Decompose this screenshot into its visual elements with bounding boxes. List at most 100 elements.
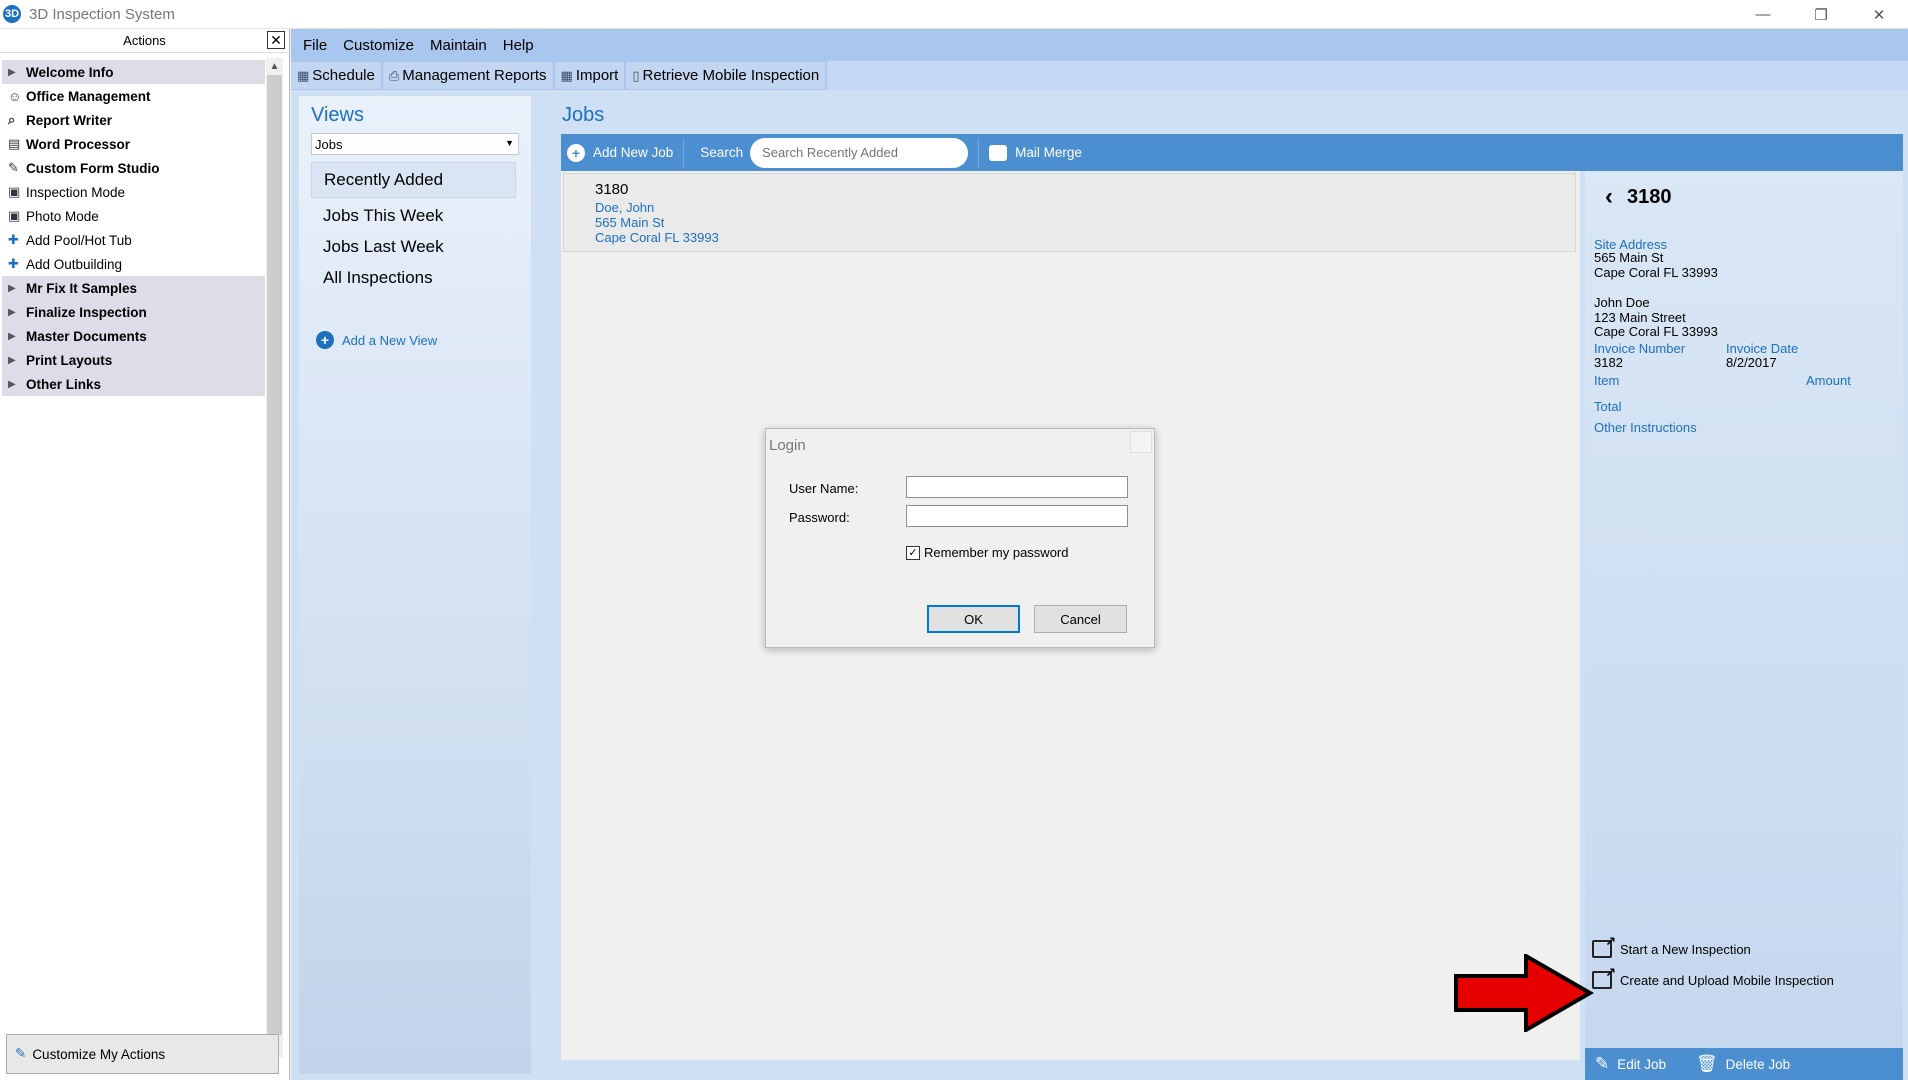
action-mr-fix-it-samples[interactable]: ▶ Mr Fix It Samples — [2, 276, 265, 300]
views-panel: Views Jobs ▼ Recently Added Jobs This We… — [299, 96, 531, 1074]
close-actions-button[interactable]: ✕ — [267, 31, 285, 49]
create-upload-mobile-link[interactable]: Create and Upload Mobile Inspection — [1592, 965, 1834, 989]
add-view-link[interactable]: + Add a New View — [316, 331, 437, 349]
mail-merge-button[interactable]: Mail Merge — [1015, 145, 1082, 160]
action-label: Mr Fix It Samples — [26, 280, 138, 296]
tool-label: Retrieve Mobile Inspection — [642, 67, 820, 84]
window-controls: — ❐ ✕ — [1734, 0, 1908, 29]
search-input[interactable] — [750, 137, 969, 168]
action-label: Finalize Inspection — [26, 304, 147, 320]
client-address-line1: 123 Main Street — [1594, 310, 1686, 325]
job-detail-pane: ‹ 3180 Site Address 565 Main St Cape Cor… — [1585, 171, 1903, 1080]
password-input[interactable] — [906, 505, 1128, 527]
action-finalize-inspection[interactable]: ▶ Finalize Inspection — [2, 300, 265, 324]
actions-header: Actions ✕ — [0, 29, 289, 53]
expand-arrow-icon: ▶ — [8, 306, 16, 318]
action-label: Other Links — [26, 376, 102, 392]
action-add-pool[interactable]: ✚ Add Pool/Hot Tub — [2, 228, 265, 252]
job-client-name[interactable]: Doe, John — [595, 200, 1575, 215]
action-label: Custom Form Studio — [26, 160, 160, 176]
monitor-icon: ▣ — [8, 208, 21, 223]
retrieve-mobile-button[interactable]: ▯ Retrieve Mobile Inspection — [626, 62, 826, 89]
views-dropdown[interactable]: Jobs ▼ — [311, 133, 519, 155]
toolbar: ▦ Schedule ⎙ Management Reports ▦ Import ▯ R… — [291, 61, 1908, 90]
launch-icon — [1592, 965, 1616, 989]
menu-file[interactable]: File — [303, 37, 327, 54]
expand-arrow-icon: ▶ — [8, 378, 16, 390]
ok-button[interactable]: OK — [927, 605, 1020, 633]
actions-title: Actions — [123, 33, 166, 48]
actions-scrollbar[interactable]: ▲ ▼ — [266, 58, 283, 1058]
action-report-writer[interactable]: ⌕ Report Writer — [2, 108, 265, 132]
trash-icon: 🗑 — [1696, 1054, 1718, 1073]
menu-help[interactable]: Help — [503, 37, 534, 54]
back-chevron-icon[interactable]: ‹ — [1605, 183, 1613, 211]
restore-button[interactable]: ❐ — [1792, 0, 1850, 29]
action-word-processor[interactable]: ▤ Word Processor — [2, 132, 265, 156]
jobs-panel: Jobs + Add New Job Search Mail Merge 318… — [550, 96, 1904, 1080]
action-other-links[interactable]: ▶ Other Links — [2, 372, 265, 396]
phone-icon: ▯ — [632, 67, 640, 83]
action-inspection-mode[interactable]: ▣ Inspection Mode — [2, 180, 265, 204]
person-icon: ☺ — [8, 88, 22, 104]
menu-maintain[interactable]: Maintain — [430, 37, 487, 54]
invoice-date: 8/2/2017 — [1726, 355, 1777, 370]
import-button[interactable]: ▦ Import — [554, 62, 625, 89]
management-reports-button[interactable]: ⎙ Management Reports — [382, 62, 553, 89]
edit-job-button[interactable]: ✎ Edit Job — [1595, 1054, 1666, 1074]
launch-icon — [1592, 934, 1616, 958]
login-dialog: Login User Name: Password: ✓ Remember my… — [765, 428, 1155, 648]
invoice-date-label[interactable]: Invoice Date — [1726, 341, 1798, 356]
scroll-thumb[interactable] — [267, 75, 282, 1035]
chart-pencil-icon: ✎ — [15, 1046, 27, 1061]
site-address-line1: 565 Main St — [1594, 250, 1664, 265]
remember-password-checkbox[interactable]: ✓ Remember my password — [906, 545, 1069, 560]
add-circle-icon: + — [567, 143, 585, 162]
expand-arrow-icon: ▶ — [8, 282, 16, 294]
action-office-management[interactable]: ☺ Office Management — [2, 84, 265, 108]
checkmark-icon[interactable]: ✓ — [906, 545, 920, 560]
other-instructions-label[interactable]: Other Instructions — [1594, 420, 1697, 435]
view-recently-added[interactable]: Recently Added — [311, 162, 516, 198]
total-label[interactable]: Total — [1594, 399, 1621, 414]
action-custom-form-studio[interactable]: ✎ Custom Form Studio — [2, 156, 265, 180]
scroll-up-icon[interactable]: ▲ — [266, 58, 283, 75]
view-all-inspections[interactable]: All Inspections — [311, 260, 516, 296]
menu-customize[interactable]: Customize — [343, 37, 414, 54]
customize-actions-button[interactable]: ✎ Customize My Actions — [6, 1034, 279, 1074]
printer-icon — [989, 144, 1008, 161]
edit-job-label: Edit Job — [1617, 1056, 1667, 1072]
username-input[interactable] — [906, 476, 1128, 498]
action-add-outbuilding[interactable]: ✚ Add Outbuilding — [2, 252, 265, 276]
start-new-inspection-link[interactable]: Start a New Inspection — [1592, 934, 1751, 958]
action-label: Master Documents — [26, 328, 147, 344]
dialog-close-button[interactable] — [1130, 431, 1152, 453]
actions-panel: Actions ✕ ▶ Welcome Info ☺ Office Manageme… — [0, 29, 290, 1080]
views-selected-value: Jobs — [315, 136, 343, 152]
tool-label: Schedule — [312, 67, 375, 84]
invoice-number-label[interactable]: Invoice Number — [1594, 341, 1685, 356]
add-new-job-button[interactable]: Add New Job — [593, 145, 673, 160]
job-street[interactable]: 565 Main St — [595, 215, 1575, 230]
action-master-documents[interactable]: ▶ Master Documents — [2, 324, 265, 348]
job-city[interactable]: Cape Coral FL 33993 — [595, 230, 1575, 245]
window-title: 3D Inspection System — [29, 5, 175, 23]
create-upload-label: Create and Upload Mobile Inspection — [1620, 972, 1834, 988]
job-number: 3180 — [595, 181, 629, 198]
site-address-line2: Cape Coral FL 33993 — [1594, 265, 1718, 280]
minimize-button[interactable]: — — [1734, 0, 1792, 29]
tool-label: Management Reports — [402, 67, 547, 84]
dropdown-arrow-icon: ▼ — [505, 138, 514, 148]
action-photo-mode[interactable]: ▣ Photo Mode — [2, 204, 265, 228]
close-window-button[interactable]: ✕ — [1850, 0, 1908, 29]
search-label: Search — [700, 145, 744, 160]
cancel-button[interactable]: Cancel — [1034, 605, 1127, 633]
job-card[interactable]: 3180 Doe, John 565 Main St Cape Coral FL… — [563, 173, 1576, 252]
action-welcome-info[interactable]: ▶ Welcome Info — [2, 60, 265, 84]
schedule-button[interactable]: ▦ Schedule — [291, 62, 381, 89]
item-label[interactable]: Item — [1594, 373, 1619, 388]
amount-label[interactable]: Amount — [1806, 373, 1851, 388]
action-label: Inspection Mode — [26, 184, 126, 200]
delete-job-button[interactable]: 🗑 Delete Job — [1696, 1054, 1790, 1074]
action-print-layouts[interactable]: ▶ Print Layouts — [2, 348, 265, 372]
